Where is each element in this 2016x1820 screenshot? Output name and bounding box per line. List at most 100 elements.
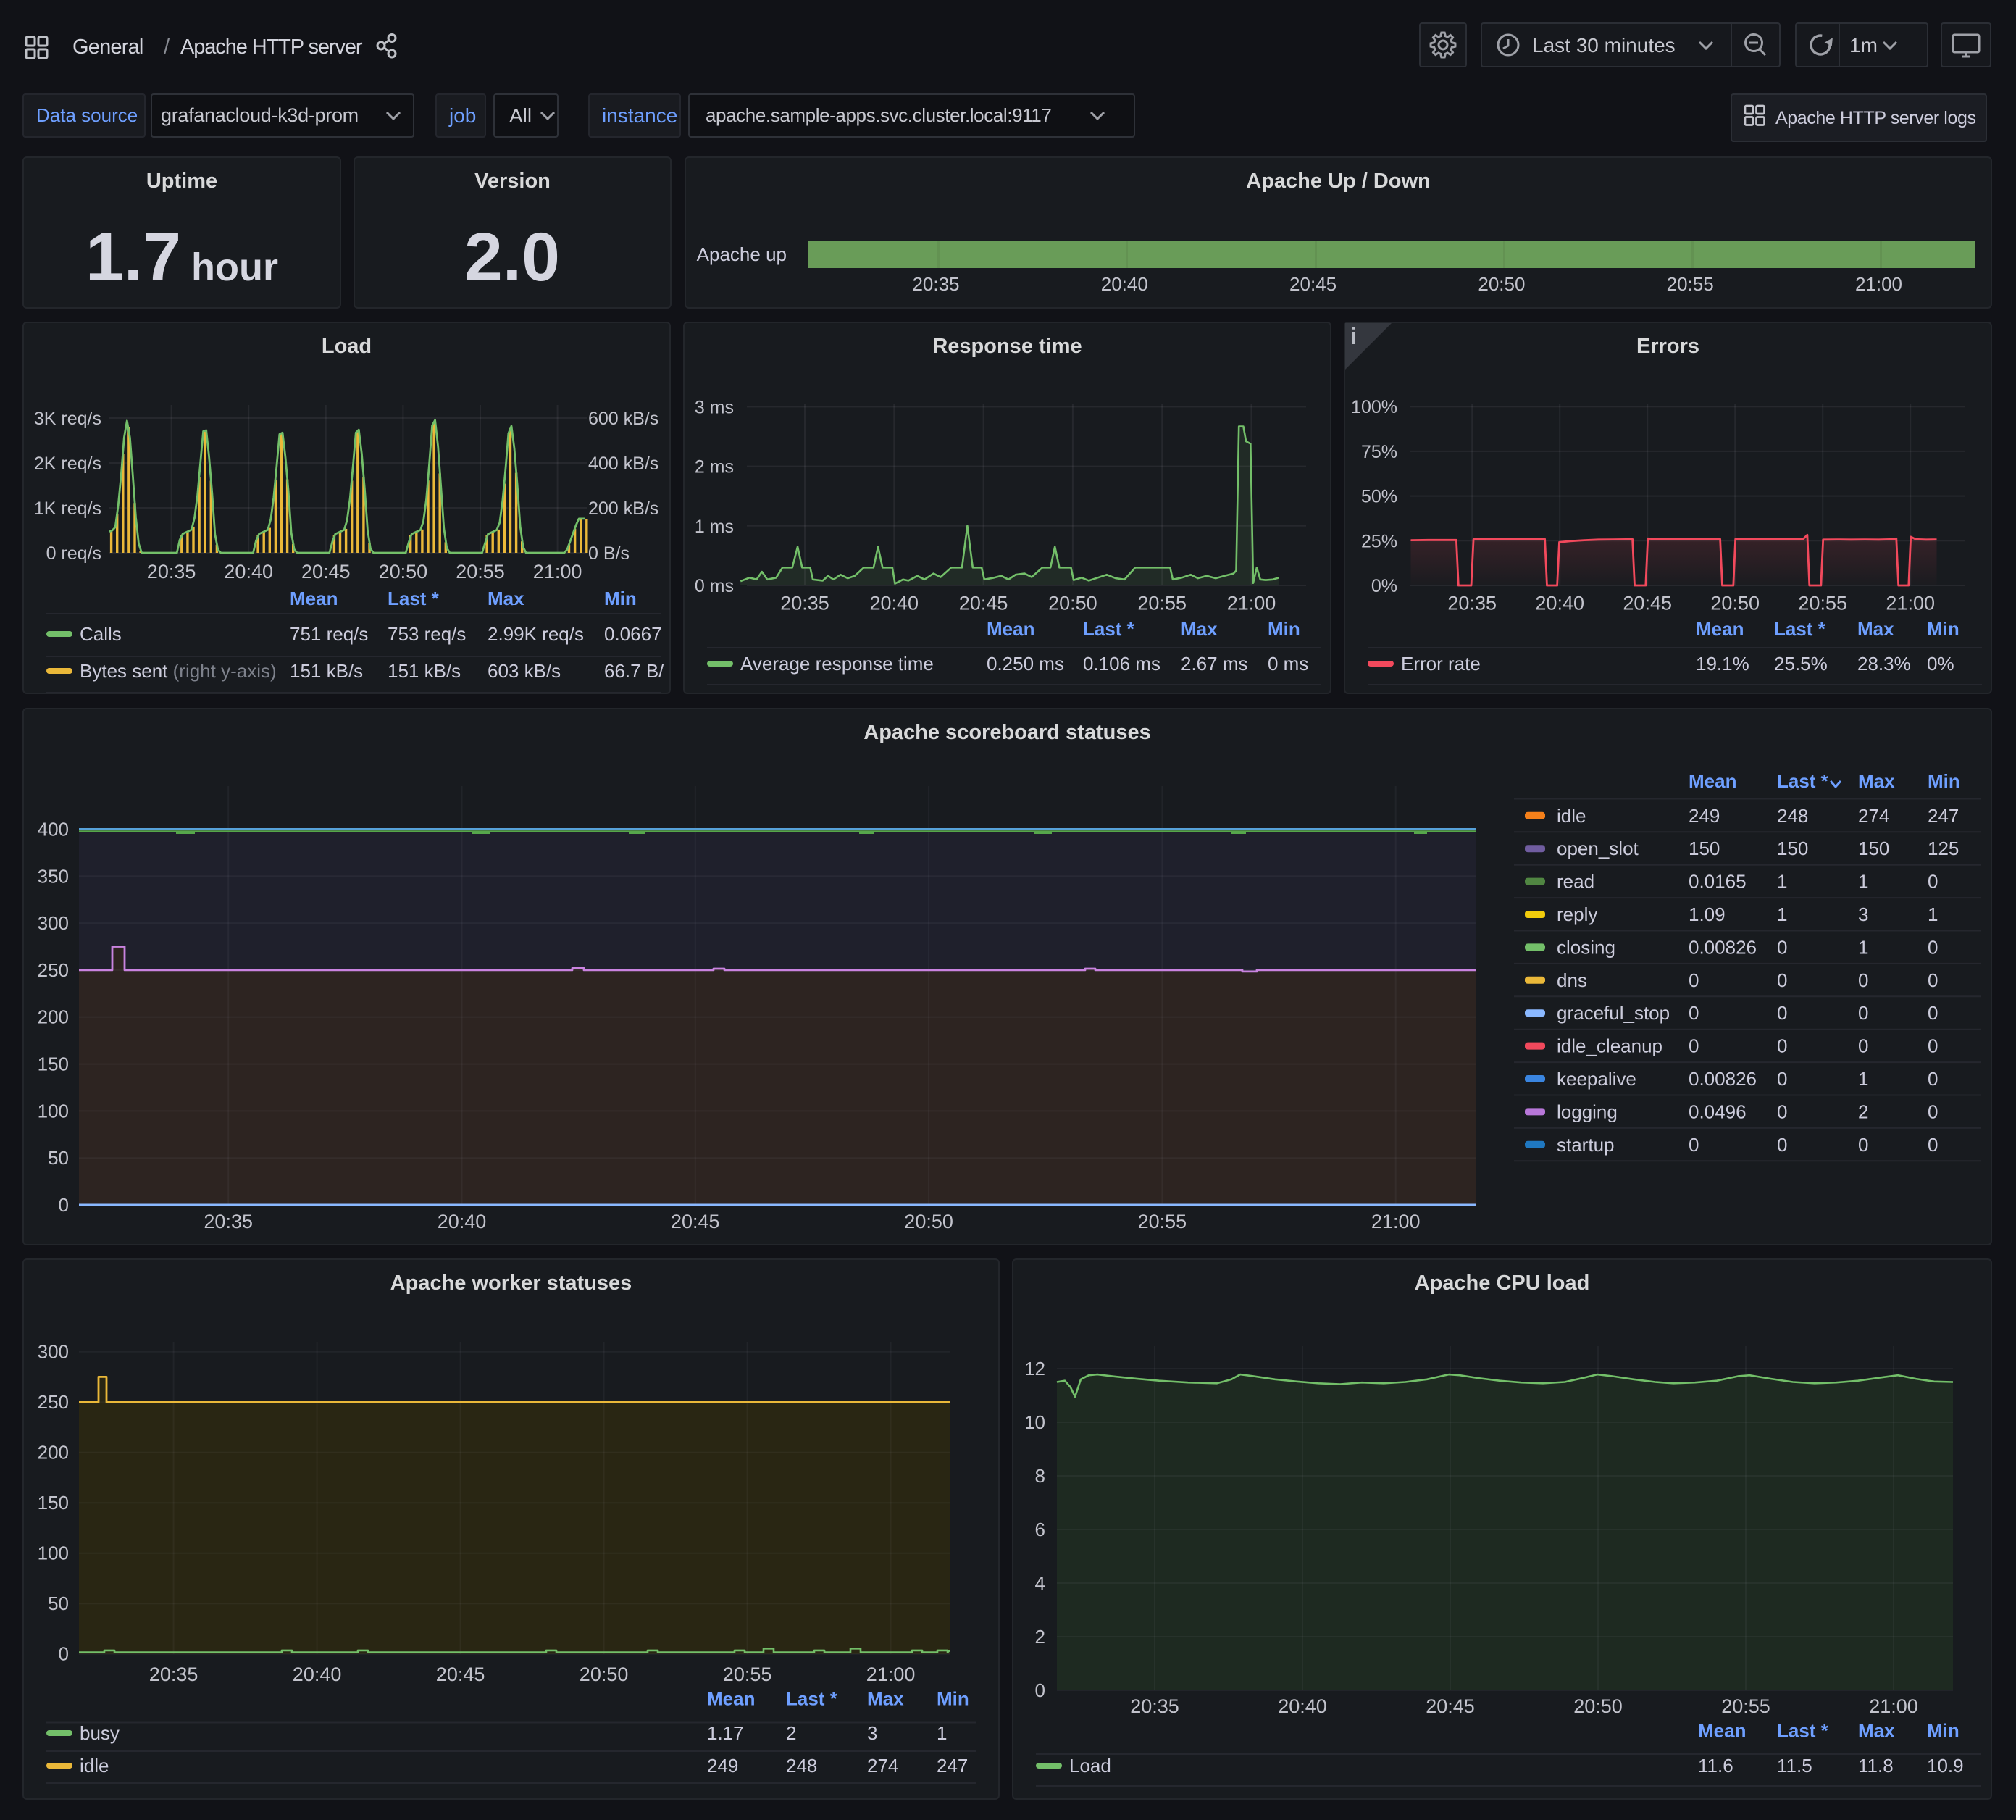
svg-text:21:00: 21:00 bbox=[1227, 593, 1276, 614]
svg-text:2.99K req/s: 2.99K req/s bbox=[488, 623, 584, 645]
svg-text:0: 0 bbox=[1689, 1002, 1699, 1024]
svg-text:753 req/s: 753 req/s bbox=[388, 623, 466, 645]
svg-text:75%: 75% bbox=[1361, 442, 1397, 462]
svg-text:20:35: 20:35 bbox=[147, 561, 196, 583]
svg-text:0: 0 bbox=[1777, 1068, 1787, 1090]
svg-text:0: 0 bbox=[1928, 1068, 1938, 1090]
svg-text:21:00: 21:00 bbox=[1869, 1695, 1918, 1717]
svg-text:Load: Load bbox=[1069, 1755, 1111, 1777]
svg-text:3 ms: 3 ms bbox=[695, 397, 734, 417]
svg-text:Errors: Errors bbox=[1636, 335, 1699, 358]
svg-text:2: 2 bbox=[786, 1722, 796, 1744]
svg-text:21:00: 21:00 bbox=[1886, 593, 1935, 614]
svg-text:0: 0 bbox=[1928, 969, 1938, 991]
svg-text:8: 8 bbox=[1035, 1465, 1045, 1487]
svg-text:Last *: Last * bbox=[1774, 618, 1826, 640]
svg-text:350: 350 bbox=[38, 865, 69, 887]
svg-text:6: 6 bbox=[1035, 1519, 1045, 1540]
svg-text:1.09: 1.09 bbox=[1689, 903, 1726, 925]
svg-text:busy: busy bbox=[80, 1722, 120, 1744]
svg-text:Min: Min bbox=[1928, 770, 1960, 792]
svg-text:20:55: 20:55 bbox=[1137, 593, 1187, 614]
svg-text:1: 1 bbox=[1858, 936, 1868, 958]
svg-text:2: 2 bbox=[1035, 1626, 1045, 1648]
svg-text:20:35: 20:35 bbox=[1130, 1695, 1179, 1717]
svg-text:400 kB/s: 400 kB/s bbox=[588, 454, 658, 474]
svg-text:Max: Max bbox=[867, 1688, 904, 1710]
svg-text:3: 3 bbox=[1858, 903, 1868, 925]
svg-text:1: 1 bbox=[1858, 1068, 1868, 1090]
svg-text:20:40: 20:40 bbox=[870, 593, 919, 614]
svg-text:300: 300 bbox=[38, 1341, 69, 1363]
svg-text:Bytes sent (right y-axis): Bytes sent (right y-axis) bbox=[80, 660, 277, 682]
svg-text:Max: Max bbox=[1858, 1720, 1895, 1742]
svg-text:100%: 100% bbox=[1351, 397, 1397, 417]
svg-text:0%: 0% bbox=[1371, 576, 1397, 596]
svg-text:150: 150 bbox=[1777, 838, 1808, 859]
svg-text:closing: closing bbox=[1557, 936, 1615, 958]
svg-text:50%: 50% bbox=[1361, 487, 1397, 507]
svg-text:20:40: 20:40 bbox=[293, 1664, 342, 1685]
svg-text:idle: idle bbox=[1557, 805, 1586, 827]
svg-text:Mean: Mean bbox=[707, 1688, 755, 1710]
svg-text:Mean: Mean bbox=[1696, 618, 1744, 640]
svg-text:job: job bbox=[448, 104, 476, 127]
svg-text:Apache HTTP server logs: Apache HTTP server logs bbox=[1775, 108, 1976, 128]
svg-text:keepalive: keepalive bbox=[1557, 1068, 1636, 1090]
svg-text:0.0496: 0.0496 bbox=[1689, 1101, 1747, 1122]
svg-text:20:45: 20:45 bbox=[671, 1211, 720, 1232]
svg-text:1: 1 bbox=[1928, 903, 1938, 925]
svg-text:Mean: Mean bbox=[987, 618, 1034, 640]
svg-text:250: 250 bbox=[38, 959, 69, 981]
svg-text:20:45: 20:45 bbox=[1289, 273, 1337, 295]
svg-text:0: 0 bbox=[1777, 1002, 1787, 1024]
svg-text:20:45: 20:45 bbox=[959, 593, 1008, 614]
svg-text:Response time: Response time bbox=[932, 335, 1082, 358]
svg-text:12: 12 bbox=[1024, 1358, 1045, 1379]
svg-text:1: 1 bbox=[1777, 903, 1787, 925]
svg-text:1: 1 bbox=[1777, 871, 1787, 893]
svg-text:Max: Max bbox=[1857, 618, 1894, 640]
svg-text:Max: Max bbox=[488, 588, 524, 609]
svg-text:20:50: 20:50 bbox=[904, 1211, 953, 1232]
svg-text:151 kB/s: 151 kB/s bbox=[388, 660, 461, 682]
svg-text:Min: Min bbox=[1927, 1720, 1959, 1742]
svg-text:600 kB/s: 600 kB/s bbox=[588, 409, 658, 429]
svg-text:248: 248 bbox=[786, 1755, 817, 1777]
svg-text:0: 0 bbox=[1928, 871, 1938, 893]
svg-text:0: 0 bbox=[1035, 1679, 1045, 1701]
svg-text:11.8: 11.8 bbox=[1858, 1755, 1894, 1777]
svg-text:Last *: Last * bbox=[1083, 618, 1135, 640]
svg-text:20:55: 20:55 bbox=[723, 1664, 772, 1685]
svg-text:0: 0 bbox=[1858, 1035, 1868, 1057]
svg-text:10: 10 bbox=[1024, 1411, 1045, 1433]
svg-text:249: 249 bbox=[1689, 805, 1720, 827]
svg-text:0 ms: 0 ms bbox=[695, 576, 734, 596]
svg-text:20:50: 20:50 bbox=[580, 1664, 629, 1685]
svg-text:20:45: 20:45 bbox=[1426, 1695, 1475, 1717]
svg-text:0: 0 bbox=[1858, 1134, 1868, 1156]
svg-text:0%: 0% bbox=[1927, 653, 1954, 675]
svg-text:200: 200 bbox=[38, 1006, 69, 1028]
svg-text:apache.sample-apps.svc.cluster: apache.sample-apps.svc.cluster.local:911… bbox=[706, 104, 1051, 126]
svg-text:0: 0 bbox=[1928, 1134, 1938, 1156]
svg-text:Uptime: Uptime bbox=[146, 170, 217, 193]
svg-text:21:00: 21:00 bbox=[1371, 1211, 1421, 1232]
svg-text:0: 0 bbox=[1858, 969, 1868, 991]
svg-text:open_slot: open_slot bbox=[1557, 838, 1639, 859]
svg-text:Apache worker statuses: Apache worker statuses bbox=[390, 1272, 632, 1295]
svg-text:274: 274 bbox=[867, 1755, 898, 1777]
svg-text:2K req/s: 2K req/s bbox=[34, 454, 101, 474]
svg-text:20:45: 20:45 bbox=[301, 561, 351, 583]
svg-text:20:55: 20:55 bbox=[1721, 1695, 1770, 1717]
svg-text:21:00: 21:00 bbox=[533, 561, 582, 583]
svg-text:150: 150 bbox=[1858, 838, 1889, 859]
svg-text:2 ms: 2 ms bbox=[695, 457, 734, 477]
svg-text:Last 30 minutes: Last 30 minutes bbox=[1532, 34, 1676, 57]
svg-text:100: 100 bbox=[38, 1100, 69, 1122]
svg-text:0 ms: 0 ms bbox=[1268, 653, 1308, 675]
svg-text:200: 200 bbox=[38, 1442, 69, 1464]
svg-text:Max: Max bbox=[1181, 618, 1218, 640]
svg-text:1K req/s: 1K req/s bbox=[34, 498, 101, 519]
svg-text:Min: Min bbox=[937, 1688, 969, 1710]
